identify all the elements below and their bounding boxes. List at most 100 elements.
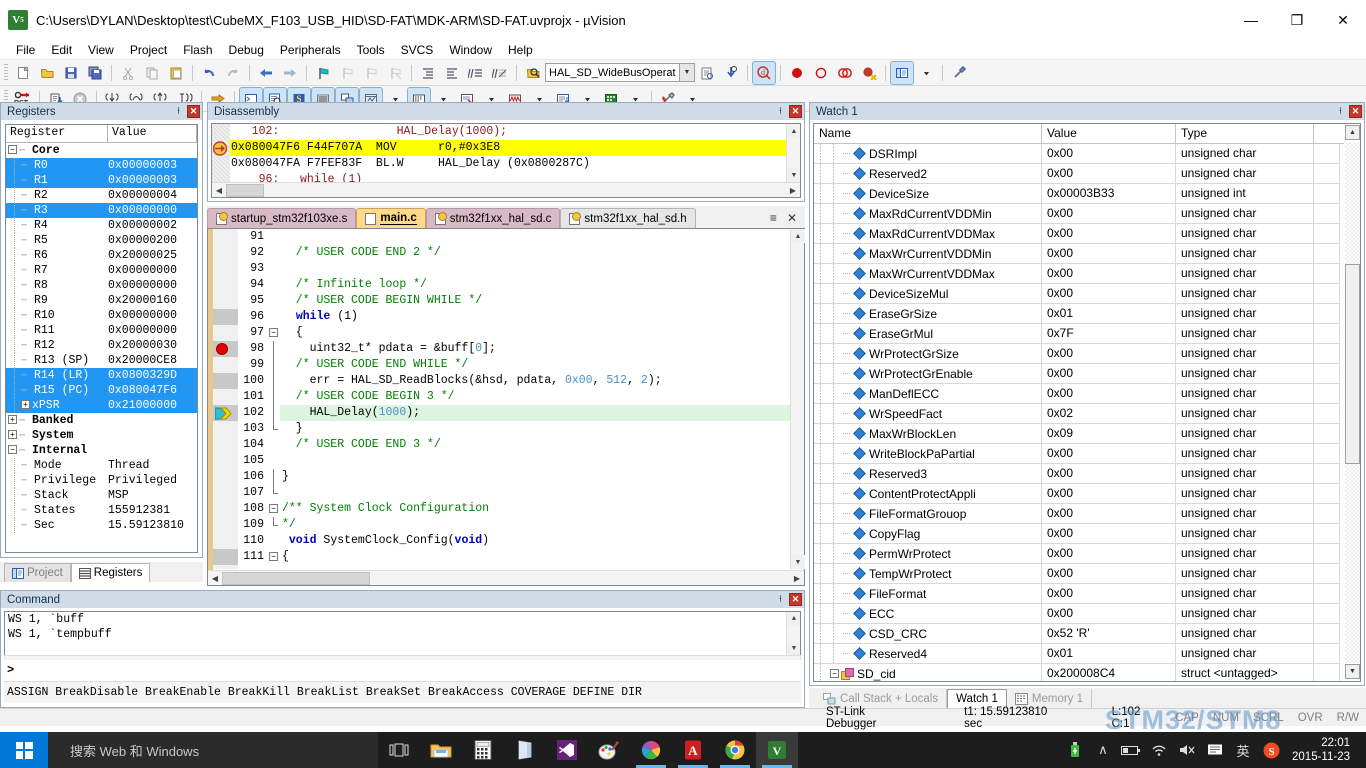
paste-icon[interactable] — [165, 62, 187, 84]
code-line[interactable]: } — [280, 469, 790, 485]
watch-row[interactable]: WrSpeedFact 0x02 unsigned char — [814, 404, 1340, 424]
collapse-icon[interactable]: − — [8, 145, 17, 155]
watch-row-name[interactable]: DeviceSizeMul — [814, 284, 1042, 303]
close-icon[interactable]: ✕ — [187, 105, 200, 118]
hscroll-thumb[interactable] — [226, 183, 264, 197]
breakpoint-icon[interactable] — [216, 343, 228, 355]
watch-row-value[interactable]: 0x00 — [1042, 484, 1176, 503]
watch-row-value[interactable]: 0x00 — [1042, 444, 1176, 463]
watch-row-name[interactable]: TempWrProtect — [814, 564, 1042, 583]
configure-icon[interactable] — [948, 62, 970, 84]
fold-collapse-icon[interactable]: − — [269, 328, 278, 337]
watch-row-value[interactable]: 0x00 — [1042, 544, 1176, 563]
watch-row-name[interactable]: MaxRdCurrentVDDMin — [814, 204, 1042, 223]
scroll-right-icon[interactable]: ▶ — [790, 571, 804, 585]
watch-row[interactable]: WriteBlockPaPartial 0x00 unsigned char — [814, 444, 1340, 464]
internal-row[interactable]: ⋯ Stack MSP — [6, 488, 197, 503]
bookmark-toggle-icon[interactable] — [312, 62, 334, 84]
watch-row[interactable]: CSD_CRC 0x52 'R' unsigned char — [814, 624, 1340, 644]
menu-flash[interactable]: Flash — [175, 41, 220, 59]
editor-hscrollbar[interactable]: ◀ ▶ — [208, 570, 804, 585]
code-line[interactable]: /* Infinite loop */ — [280, 277, 790, 293]
watch-row-name[interactable]: CopyFlag — [814, 524, 1042, 543]
internal-row[interactable]: ⋯ Sec 15.59123810 — [6, 518, 197, 533]
menu-file[interactable]: File — [8, 41, 43, 59]
scroll-left-icon[interactable]: ◀ — [208, 571, 222, 585]
watch-row[interactable]: Reserved4 0x01 unsigned char — [814, 644, 1340, 664]
expand-icon[interactable]: + — [8, 415, 17, 425]
code-line[interactable]: while (1) — [280, 309, 790, 325]
watch-vscrollbar[interactable]: ▲ ▼ — [1344, 124, 1360, 681]
code-line[interactable] — [280, 261, 790, 277]
code-line[interactable] — [280, 229, 790, 245]
registers-group[interactable]: + ⋯ Banked — [6, 413, 197, 428]
watch-row-name[interactable]: CSD_CRC — [814, 624, 1042, 643]
scroll-right-icon[interactable]: ▶ — [786, 183, 800, 197]
code-editor[interactable]: 91 92 93 94 95 96 97 98 99 100 101 102 103 104 105 106 1… — [207, 228, 805, 586]
watch-row[interactable]: MaxWrBlockLen 0x09 unsigned char — [814, 424, 1340, 444]
disassembly-line[interactable]: 102: HAL_Delay(1000); — [230, 124, 786, 140]
new-file-icon[interactable] — [12, 62, 34, 84]
watch-row[interactable]: − SD_cid 0x200008C4 struct <untagged> — [814, 664, 1340, 681]
watch-row[interactable]: EraseGrMul 0x7F unsigned char — [814, 324, 1340, 344]
watch-row[interactable]: FileFormatGrouop 0x00 unsigned char — [814, 504, 1340, 524]
watch-row[interactable]: CopyFlag 0x00 unsigned char — [814, 524, 1340, 544]
watch-row-value[interactable]: 0x00 — [1042, 244, 1176, 263]
watch-row-name[interactable]: DeviceSize — [814, 184, 1042, 203]
editor-fold-column[interactable]: − − − — [268, 229, 280, 569]
command-input-row[interactable]: > — [4, 660, 801, 680]
watch-row[interactable]: DeviceSizeMul 0x00 unsigned char — [814, 284, 1340, 304]
watch-row-name[interactable]: EraseGrMul — [814, 324, 1042, 343]
find-icon[interactable] — [720, 62, 742, 84]
navigate-back-icon[interactable] — [255, 62, 277, 84]
bookmark-next-icon[interactable] — [360, 62, 382, 84]
pin-icon[interactable]: ⍿ — [774, 105, 787, 118]
tab-close-icon[interactable]: ✕ — [787, 211, 797, 225]
chevron-up-icon[interactable]: ∧ — [1090, 732, 1116, 768]
watch-row-name[interactable]: WriteBlockPaPartial — [814, 444, 1042, 463]
watch-row-value[interactable]: 0x00 — [1042, 224, 1176, 243]
internal-row[interactable]: ⋯ States 155912381 — [6, 503, 197, 518]
watch-row-name[interactable]: ContentProtectAppli — [814, 484, 1042, 503]
watch-row[interactable]: EraseGrSize 0x01 unsigned char — [814, 304, 1340, 324]
code-line[interactable]: /* USER CODE END WHILE */ — [280, 357, 790, 373]
kill-all-breakpoints-icon[interactable] — [858, 62, 880, 84]
watch-table[interactable]: Name Value Type DSRImpl 0x00 unsigned char… — [813, 123, 1361, 682]
pin-icon[interactable]: ⍿ — [172, 105, 185, 118]
undo-icon[interactable] — [198, 62, 220, 84]
code-line[interactable]: } — [280, 421, 790, 437]
uncomment-icon[interactable] — [489, 62, 511, 84]
disassembly-line[interactable]: 96: while (1) — [230, 172, 786, 182]
scroll-up-icon[interactable]: ▲ — [791, 229, 805, 243]
watch-row[interactable]: MaxWrCurrentVDDMin 0x00 unsigned char — [814, 244, 1340, 264]
save-all-icon[interactable] — [84, 62, 106, 84]
watch-row[interactable]: TempWrProtect 0x00 unsigned char — [814, 564, 1340, 584]
watch-row-name[interactable]: MaxWrCurrentVDDMax — [814, 264, 1042, 283]
action-center-icon[interactable] — [1202, 732, 1228, 768]
find-in-files-icon[interactable] — [522, 62, 544, 84]
editor-vscrollbar[interactable]: ▲ ▼ — [790, 229, 805, 569]
watch-row[interactable]: WrProtectGrSize 0x00 unsigned char — [814, 344, 1340, 364]
indent-left-icon[interactable] — [441, 62, 463, 84]
paint-icon[interactable] — [588, 732, 630, 768]
watch-row-name[interactable]: FileFormatGrouop — [814, 504, 1042, 523]
scroll-down-icon[interactable]: ▼ — [1345, 664, 1360, 679]
watch-row-value[interactable]: 0x7F — [1042, 324, 1176, 343]
collapse-icon[interactable]: − — [8, 445, 17, 455]
disable-all-breakpoints-icon[interactable] — [834, 62, 856, 84]
close-button[interactable]: ✕ — [1320, 0, 1366, 40]
watch-row-name[interactable]: Reserved3 — [814, 464, 1042, 483]
maximize-button[interactable]: ❐ — [1274, 0, 1320, 40]
watch-row-name[interactable]: Reserved2 — [814, 164, 1042, 183]
watch-row[interactable]: MaxRdCurrentVDDMin 0x00 unsigned char — [814, 204, 1340, 224]
code-line[interactable]: { — [280, 549, 790, 565]
watch-col-value[interactable]: Value — [1042, 124, 1176, 143]
register-row[interactable]: ⋯ R8 0x00000000 — [6, 278, 197, 293]
register-row[interactable]: ⋯ R12 0x20000030 — [6, 338, 197, 353]
watch-row[interactable]: Reserved3 0x00 unsigned char — [814, 464, 1340, 484]
disable-breakpoint-icon[interactable] — [810, 62, 832, 84]
registers-tree[interactable]: Register Value − ⋯ Core ⋯ R0 0x00000003 ⋯ R1 0x0… — [5, 124, 198, 553]
command-output[interactable]: WS 1, `buff WS 1, `tempbuff ▲ ▼ — [4, 611, 801, 657]
watch-row-value[interactable]: 0x00 — [1042, 524, 1176, 543]
dock-tab-registers[interactable]: Registers — [70, 563, 151, 582]
